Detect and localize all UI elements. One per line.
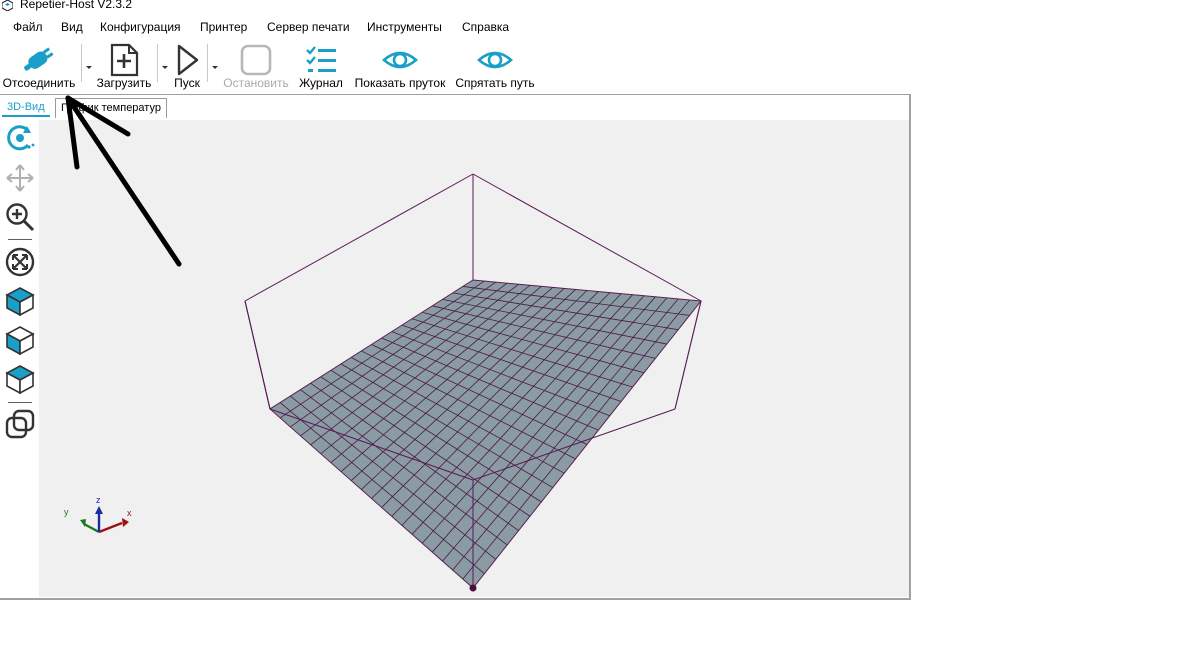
rotate-icon[interactable] [5,123,35,153]
menu-file[interactable]: Файл [13,20,43,34]
start-button[interactable]: Пуск [168,40,206,94]
axis-indicator: x y z [64,495,132,534]
load-dropdown[interactable] [157,44,168,82]
3d-viewport[interactable]: x y z [39,120,910,597]
sidebar-divider [8,402,32,403]
menu-printer[interactable]: Принтер [200,20,247,34]
add-file-icon [110,43,139,77]
eye-icon [477,51,513,69]
svg-text:z: z [96,495,101,505]
print-bed [269,279,702,589]
log-button[interactable]: Журнал [296,40,346,94]
svg-text:y: y [64,507,69,517]
app-logo-icon [2,0,13,11]
zoom-icon[interactable] [5,202,35,232]
show-filament-button[interactable]: Показать пруток [352,40,448,94]
toolbar: Отсоединить Загрузить Пуск Остановить Жу… [0,40,911,94]
stop-button[interactable]: Остановить [220,40,292,94]
svg-text:x: x [127,508,132,518]
plug-icon [24,47,54,71]
menu-help[interactable]: Справка [462,20,509,34]
fit-icon[interactable] [5,247,35,277]
load-button[interactable]: Загрузить [94,40,154,94]
cube-icon[interactable] [5,286,35,316]
parallel-view-icon[interactable] [5,409,35,439]
frame-edge [244,300,271,410]
tab-3d-view[interactable]: 3D-Вид [2,98,50,117]
show-filament-label: Показать пруток [354,76,446,90]
origin-marker [469,584,477,592]
disconnect-label: Отсоединить [2,76,76,90]
log-label: Журнал [299,76,343,90]
start-label: Пуск [174,76,200,90]
window-title: Repetier-Host V2.3.2 [20,0,133,11]
view-tools-sidebar [2,119,38,597]
play-icon [177,44,199,76]
print-bed-scene[interactable]: x y z [39,120,909,597]
toolbar-divider [0,94,911,95]
load-label: Загрузить [96,76,152,90]
hide-path-button[interactable]: Спрятать путь [453,40,537,94]
disconnect-dropdown[interactable] [81,44,92,82]
disconnect-button[interactable]: Отсоединить [0,40,78,94]
viewport-border [0,598,911,600]
viewport-border [909,95,911,600]
menu-bar: Файл Вид Конфигурация Принтер Сервер печ… [0,18,911,38]
stop-label: Остановить [223,76,289,90]
tab-temperature-graph[interactable]: График температур [55,98,167,118]
view-tabs: 3D-Вид График температур [0,98,911,118]
eye-icon [382,51,418,69]
move-icon[interactable] [5,163,35,193]
start-dropdown[interactable] [207,44,218,82]
checklist-icon [306,46,336,72]
hide-path-label: Спрятать путь [455,76,535,90]
cube-front-icon[interactable] [5,325,35,355]
cube-top-icon[interactable] [5,364,35,394]
frame-edge [244,173,474,302]
menu-view[interactable]: Вид [61,20,83,34]
frame-edge [472,173,702,302]
title-bar: Repetier-Host V2.3.2 [0,0,911,14]
app-window: Repetier-Host V2.3.2 Файл Вид Конфигурац… [0,0,911,600]
sidebar-divider [8,239,32,240]
menu-configuration[interactable]: Конфигурация [100,20,181,34]
menu-tools[interactable]: Инструменты [367,20,442,34]
stop-icon [240,44,272,76]
menu-print-server[interactable]: Сервер печати [267,20,350,34]
